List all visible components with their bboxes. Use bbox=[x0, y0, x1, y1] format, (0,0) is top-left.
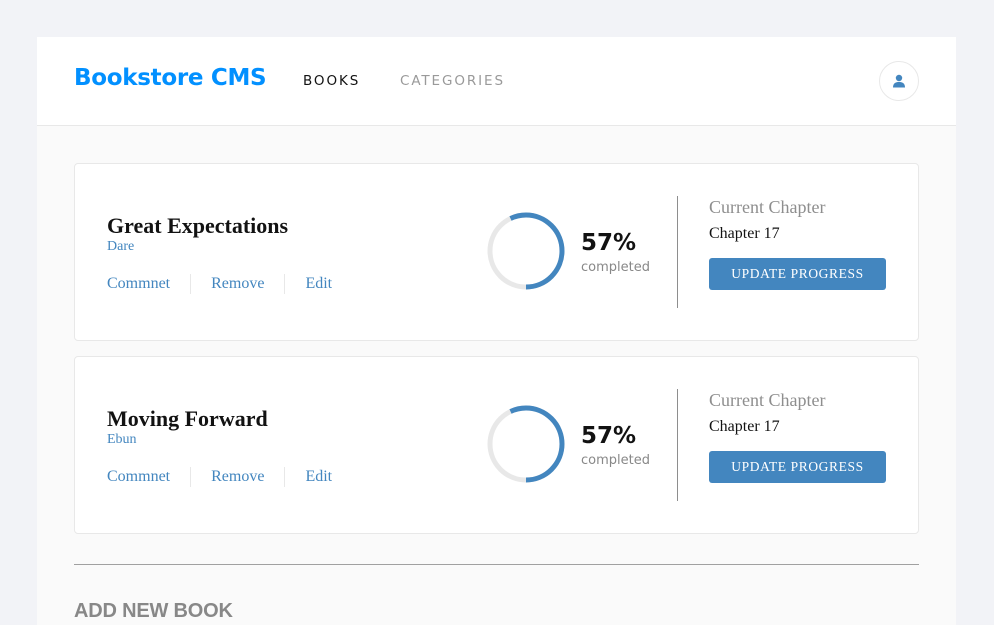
user-icon bbox=[893, 74, 905, 88]
top-navbar: Bookstore CMS BOOKS CATEGORIES bbox=[37, 37, 956, 126]
vertical-divider bbox=[677, 196, 678, 308]
book-title: Moving Forward bbox=[107, 406, 268, 431]
edit-button[interactable]: Edit bbox=[305, 275, 332, 293]
progress-ring bbox=[487, 212, 565, 290]
book-card: Moving Forward Ebun Commnet Remove Edit … bbox=[74, 356, 919, 534]
action-divider bbox=[190, 467, 192, 487]
current-chapter-label: Current Chapter bbox=[709, 197, 826, 217]
add-book-title: ADD NEW BOOK bbox=[74, 600, 233, 622]
book-title: Great Expectations bbox=[107, 213, 289, 238]
book-actions: Commnet Remove Edit bbox=[107, 467, 332, 487]
remove-button[interactable]: Remove bbox=[211, 275, 264, 293]
book-author[interactable]: Ebun bbox=[107, 432, 137, 448]
update-progress-button[interactable]: UPDATE PROGRESS bbox=[709, 258, 886, 290]
update-progress-button[interactable]: UPDATE PROGRESS bbox=[709, 451, 886, 483]
nav-categories-link[interactable]: CATEGORIES bbox=[400, 73, 505, 89]
comment-button[interactable]: Commnet bbox=[107, 468, 170, 486]
app-panel: Bookstore CMS BOOKS CATEGORIES Great Exp… bbox=[37, 37, 956, 625]
book-card: Great Expectations Dare Commnet Remove E… bbox=[74, 163, 919, 341]
app-logo[interactable]: Bookstore CMS bbox=[74, 65, 267, 91]
section-divider bbox=[74, 564, 919, 565]
progress-percent: 57% bbox=[581, 423, 637, 449]
edit-button[interactable]: Edit bbox=[305, 468, 332, 486]
current-chapter-value: Chapter 17 bbox=[709, 225, 780, 242]
current-chapter-value: Chapter 17 bbox=[709, 418, 780, 435]
completed-label: completed bbox=[581, 260, 650, 275]
book-actions: Commnet Remove Edit bbox=[107, 274, 332, 294]
vertical-divider bbox=[677, 389, 678, 501]
completed-label: completed bbox=[581, 453, 650, 468]
current-chapter-label: Current Chapter bbox=[709, 390, 826, 410]
nav-books-link[interactable]: BOOKS bbox=[303, 73, 360, 89]
progress-ring bbox=[487, 405, 565, 483]
action-divider bbox=[190, 274, 192, 294]
book-author[interactable]: Dare bbox=[107, 239, 134, 255]
comment-button[interactable]: Commnet bbox=[107, 275, 170, 293]
remove-button[interactable]: Remove bbox=[211, 468, 264, 486]
action-divider bbox=[284, 467, 286, 487]
user-profile-button[interactable] bbox=[879, 61, 919, 101]
progress-percent: 57% bbox=[581, 230, 637, 256]
action-divider bbox=[284, 274, 286, 294]
